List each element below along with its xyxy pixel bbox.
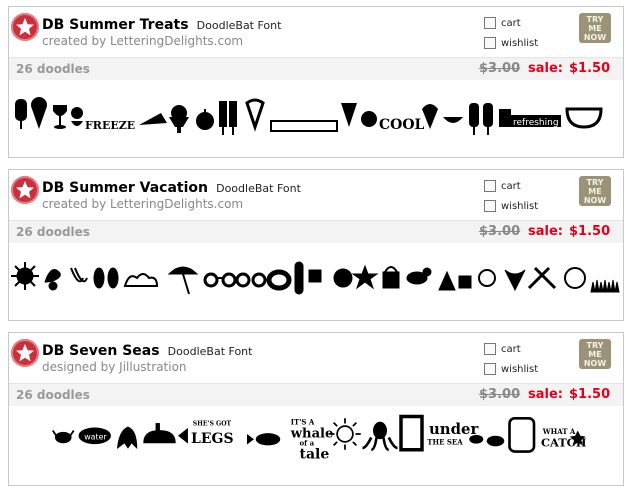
sample-word: SHE'S GOT — [193, 420, 232, 427]
font-name[interactable]: DB Seven Seas — [42, 343, 160, 359]
sale-label: sale: — [528, 224, 563, 239]
try-me-now-button[interactable]: TRY ME NOW — [579, 176, 611, 206]
sale-label: sale: — [528, 387, 563, 402]
star-icon — [11, 339, 39, 367]
sample-word: LEGS — [191, 431, 234, 447]
font-preview-strip: water SHE'S GOT LEGS IT'S A whale of a t… — [52, 414, 587, 463]
wishlist-label: wishlist — [501, 201, 539, 212]
original-price: $3.00 — [479, 61, 521, 76]
original-price: $3.00 — [479, 387, 521, 402]
product-card-summer-treats: DB Summer Treats DoodleBat Font created … — [8, 6, 624, 158]
wishlist-option[interactable]: wishlist — [484, 37, 538, 49]
original-price: $3.00 — [479, 224, 521, 239]
star-icon — [11, 176, 39, 204]
wishlist-checkbox[interactable] — [484, 363, 496, 375]
credit-link[interactable]: designed by Jillustration — [42, 360, 187, 374]
font-type: DoodleBat Font — [167, 345, 253, 358]
product-card-summer-vacation: DB Summer Vacation DoodleBat Font create… — [8, 169, 624, 321]
price-bar: 26 doodles $3.00 sale: $1.50 — [9, 383, 623, 406]
product-card-seven-seas: DB Seven Seas DoodleBat Font designed by… — [8, 332, 624, 486]
font-type: DoodleBat Font — [196, 19, 282, 32]
sample-word: water — [84, 432, 107, 441]
doodle-count: 26 doodles — [16, 388, 90, 402]
sale-price: $1.50 — [569, 224, 611, 239]
font-name[interactable]: DB Summer Treats — [42, 17, 189, 33]
try-me-now-button[interactable]: TRY ME NOW — [579, 339, 611, 369]
credit-link[interactable]: created by LetteringDelights.com — [42, 197, 243, 211]
product-title[interactable]: DB Summer Treats DoodleBat Font — [42, 14, 281, 33]
cart-option[interactable]: cart — [484, 343, 521, 355]
cart-label: cart — [501, 181, 521, 192]
cart-option[interactable]: cart — [484, 180, 521, 192]
cart-label: cart — [501, 344, 521, 355]
sample-word: under — [429, 420, 478, 438]
font-name[interactable]: DB Summer Vacation — [42, 180, 208, 196]
sample-word: tale — [300, 447, 330, 463]
sale-price: $1.50 — [569, 387, 611, 402]
price-bar: 26 doodles $3.00 sale: $1.50 — [9, 220, 623, 243]
price-bar: 26 doodles $3.00 sale: $1.50 — [9, 57, 623, 80]
star-icon — [11, 13, 39, 41]
cart-checkbox[interactable] — [484, 180, 496, 192]
cart-option[interactable]: cart — [484, 17, 521, 29]
doodle-count: 26 doodles — [16, 62, 90, 76]
cart-checkbox[interactable] — [484, 343, 496, 355]
font-preview-strip — [11, 261, 620, 295]
wishlist-label: wishlist — [501, 38, 539, 49]
wishlist-checkbox[interactable] — [484, 200, 496, 212]
svg-text:IT'S A: IT'S A — [291, 417, 315, 426]
cart-label: cart — [501, 18, 521, 29]
font-preview-strip: FREEZE COOL refreshing — [15, 97, 603, 135]
sample-word: FREEZE — [85, 119, 135, 132]
wishlist-option[interactable]: wishlist — [484, 200, 538, 212]
font-type: DoodleBat Font — [216, 182, 301, 195]
doodle-count: 26 doodles — [16, 225, 90, 239]
sample-word: refreshing — [513, 118, 559, 128]
sample-word: THE SEA — [427, 438, 463, 447]
product-title[interactable]: DB Seven Seas DoodleBat Font — [42, 340, 252, 359]
credit-link[interactable]: created by LetteringDelights.com — [42, 34, 243, 48]
sale-label: sale: — [528, 61, 563, 76]
wishlist-option[interactable]: wishlist — [484, 363, 538, 375]
product-title[interactable]: DB Summer Vacation DoodleBat Font — [42, 177, 301, 196]
sample-word: COOL — [379, 117, 425, 133]
sale-price: $1.50 — [569, 61, 611, 76]
cart-checkbox[interactable] — [484, 17, 496, 29]
wishlist-checkbox[interactable] — [484, 37, 496, 49]
wishlist-label: wishlist — [501, 364, 539, 375]
try-me-now-button[interactable]: TRY ME NOW — [579, 13, 611, 43]
